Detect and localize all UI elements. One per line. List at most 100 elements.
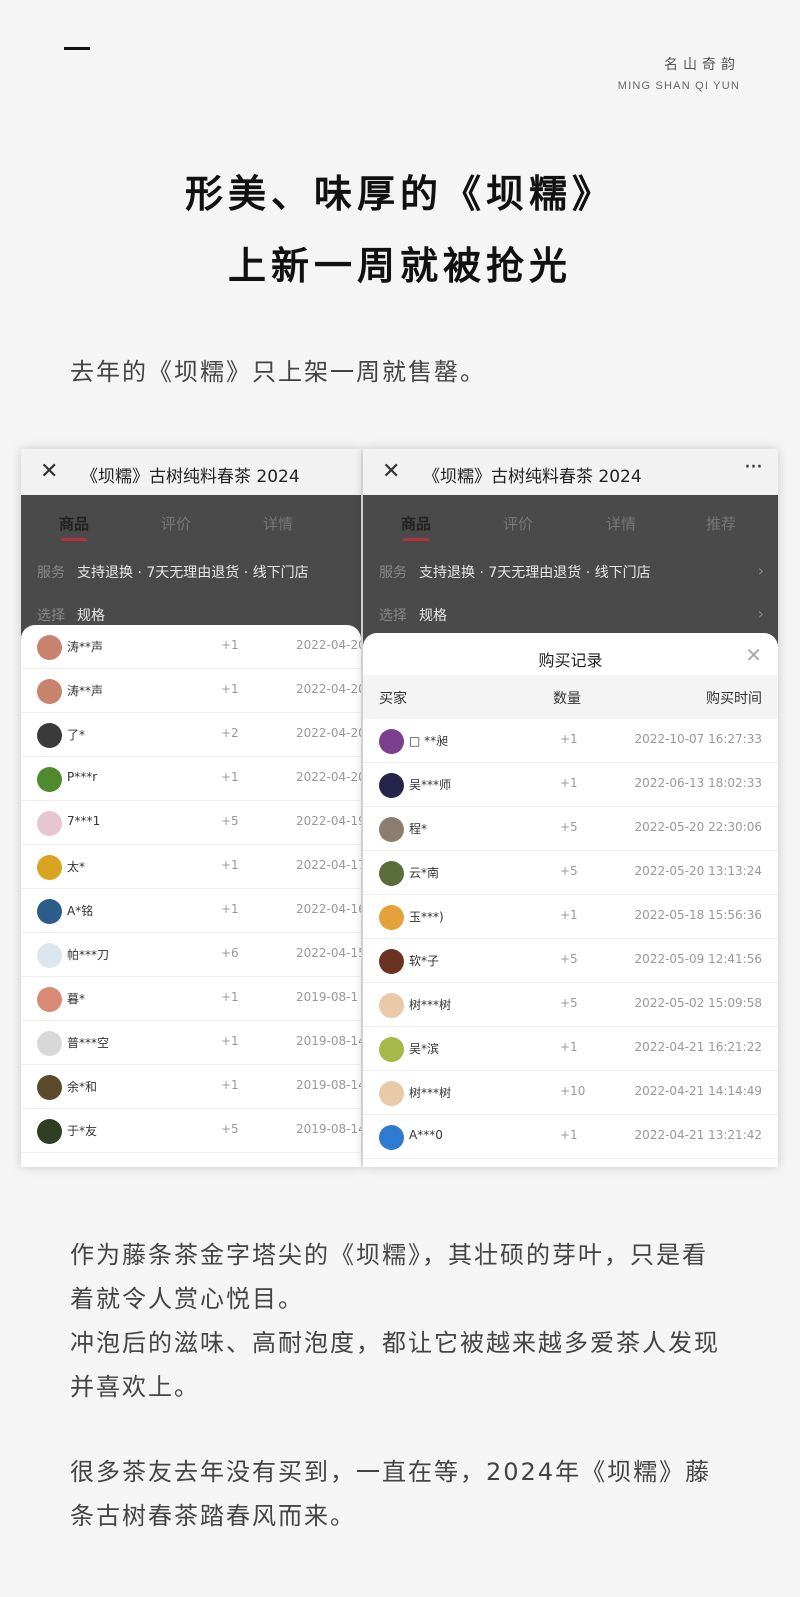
headline: 形美、味厚的《坝糯》 上新一周就被抢光 [0,158,800,302]
purchase-time: 2022-04-20 [296,638,361,652]
record-row: 树***树 +10 2022-04-21 14:14:49 [363,1071,778,1115]
record-row: 吴*滨 +1 2022-04-21 16:21:22 [363,1027,778,1071]
purchase-qty: +1 [221,682,239,696]
purchase-qty: +1 [560,908,578,922]
tab-recommend[interactable]: 推荐 [706,513,736,534]
tab-details[interactable]: 详情 [263,513,293,534]
purchase-time: 2022-04-19 [296,814,361,828]
select-key: 选择 [379,608,407,624]
sheet-close-icon[interactable]: ✕ [745,643,762,667]
tab-product[interactable]: 商品 [59,513,89,541]
select-row[interactable]: 选择 规格 [379,605,447,625]
service-value: 支持退换 · 7天无理由退货 · 线下门店 [419,565,651,581]
col-buyer: 买家 [379,691,407,707]
tab-reviews[interactable]: 评价 [503,513,533,534]
purchase-time: 2022-04-20 [296,770,361,784]
select-row[interactable]: 选择 规格 [37,605,105,625]
record-row: A***0 +1 2022-04-21 13:21:42 [363,1115,778,1159]
purchase-time: 2022-05-20 22:30:06 [634,820,762,834]
tab-details[interactable]: 详情 [606,513,636,534]
header-dash [64,47,90,50]
buyer-name: 了* [67,728,86,742]
purchase-time: 2022-04-20 [296,682,361,696]
record-row: 玉***) +1 2022-05-18 15:56:36 [363,895,778,939]
purchase-qty: +1 [221,638,239,652]
record-row: 软*子 +5 2022-05-09 12:41:56 [363,939,778,983]
purchase-time: 2022-04-15 [296,946,361,960]
service-row[interactable]: 服务 支持退换 · 7天无理由退货 · 线下门店 [37,562,309,582]
buyer-name: 树***树 [409,998,452,1012]
avatar [379,993,404,1018]
service-value: 支持退换 · 7天无理由退货 · 线下门店 [77,565,309,581]
service-row[interactable]: 服务 支持退换 · 7天无理由退货 · 线下门店 [379,562,651,582]
record-row: 7***1 +5 2022-04-19 [21,801,361,845]
service-key: 服务 [379,565,407,581]
avatar [379,1081,404,1106]
purchase-qty: +1 [560,776,578,790]
purchase-time: 2019-08-14 [296,1078,361,1092]
record-list: □ **昶 +1 2022-10-07 16:27:33 吴***师 +1 2022-06… [363,719,778,1159]
buyer-name: 涛**声 [67,684,104,698]
buyer-name: 程* [409,822,428,836]
buyer-name: □ **昶 [409,734,449,748]
purchase-time: 2022-04-21 13:21:42 [634,1128,762,1142]
brand-mark: 名山奇韵 MING SHAN QI YUN [618,54,740,92]
closing-text: 很多茶友去年没有买到，一直在等，2024年《坝糯》藤条古树春茶踏春风而来。 [70,1458,712,1530]
record-row: 暮* +1 2019-08-1 [21,977,361,1021]
avatar [379,1037,404,1062]
purchase-qty: +1 [221,902,239,916]
record-row: 程* +5 2022-05-20 22:30:06 [363,807,778,851]
record-row: A*铭 +1 2022-04-16 [21,889,361,933]
record-row: 帕***刀 +6 2022-04-15 [21,933,361,977]
close-icon[interactable]: ✕ [40,459,58,484]
purchase-qty: +1 [221,1078,239,1092]
record-row: □ **昶 +1 2022-10-07 16:27:33 [363,719,778,763]
buyer-name: 于*友 [67,1124,98,1138]
purchase-qty: +5 [560,864,578,878]
buyer-name: P***r [67,770,98,784]
tab-reviews[interactable]: 评价 [161,513,191,534]
record-list: 涛**声 +1 2022-04-20 涛**声 +1 2022-04-20 了* +2 2022… [21,625,361,1153]
avatar [37,899,62,924]
chevron-right-icon: › [757,561,764,580]
buyer-name: 软*子 [409,954,440,968]
avatar [37,635,62,660]
right-purchase-screenshot: ✕ 《坝糯》古树纯料春茶 2024 ··· 商品 评价 详情 推荐 服务 支持退换… [363,449,778,1167]
buyer-name: 太* [67,860,86,874]
purchase-qty: +5 [221,1122,239,1136]
topbar: ✕ 《坝糯》古树纯料春茶 2024 ··· [363,449,778,495]
purchase-time: 2022-05-02 15:09:58 [634,996,762,1010]
record-row: 太* +1 2022-04-17 [21,845,361,889]
avatar [37,679,62,704]
purchase-time: 2022-04-16 [296,902,361,916]
avatar [379,817,404,842]
purchase-time: 2022-05-09 12:41:56 [634,952,762,966]
brand-name-en: MING SHAN QI YUN [617,80,740,92]
purchase-qty: +1 [221,990,239,1004]
purchase-time: 2022-04-21 16:21:22 [634,1040,762,1054]
purchase-qty: +10 [560,1084,586,1098]
avatar [379,949,404,974]
purchase-qty: +5 [560,996,578,1010]
left-purchase-screenshot: ✕ 《坝糯》古树纯料春茶 2024 商品 评价 详情 服务 支持退换 · 7天无理… [21,449,361,1167]
purchase-time: 2022-04-21 14:14:49 [634,1084,762,1098]
buyer-name: 云*南 [409,866,440,880]
purchase-time: 2019-08-1 [296,990,359,1004]
avatar [379,729,404,754]
more-icon[interactable]: ··· [744,455,763,480]
purchase-qty: +5 [560,820,578,834]
close-icon[interactable]: ✕ [382,459,400,484]
buyer-name: 树***树 [409,1086,452,1100]
record-row: 涛**声 +1 2022-04-20 [21,625,361,669]
chevron-right-icon: › [757,604,764,623]
tab-product[interactable]: 商品 [401,513,431,541]
purchase-qty: +5 [221,814,239,828]
body-text: 作为藤条茶金字塔尖的《坝糯》，其壮硕的芽叶，只是看着就令人赏心悦目。 冲泡后的滋… [70,1233,730,1409]
avatar [379,773,404,798]
record-row: 余*和 +1 2019-08-14 [21,1065,361,1109]
select-key: 选择 [37,608,65,624]
product-title: 《坝糯》古树纯料春茶 2024 [423,467,642,487]
avatar [379,1125,404,1150]
buyer-name: 玉***) [409,910,444,924]
avatar [37,1031,62,1056]
